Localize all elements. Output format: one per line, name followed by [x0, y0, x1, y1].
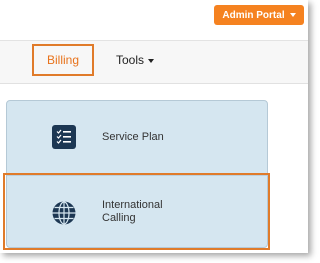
menu-item-service-plan[interactable]: Service Plan: [7, 101, 267, 175]
caret-down-icon: [148, 58, 155, 63]
billing-menu-panel: Service Plan International Calling: [6, 100, 268, 248]
admin-portal-button[interactable]: Admin Portal: [214, 5, 304, 25]
nav-item-tools[interactable]: Tools: [116, 44, 155, 76]
nav-item-billing[interactable]: Billing: [32, 44, 94, 76]
page-frame: Admin Portal Billing Tools Service Plan …: [0, 0, 308, 253]
menu-item-international-calling[interactable]: International Calling: [7, 176, 267, 248]
service-plan-label: Service Plan: [102, 131, 164, 143]
nav-item-tools-label: Tools: [116, 53, 145, 67]
globe-icon: [52, 201, 76, 225]
checklist-icon: [52, 125, 76, 149]
international-calling-label: International Calling: [102, 199, 163, 224]
caret-down-icon: [289, 13, 296, 17]
admin-portal-label: Admin Portal: [222, 9, 285, 21]
top-navbar: Billing Tools: [0, 40, 308, 84]
nav-item-billing-label: Billing: [46, 53, 79, 67]
